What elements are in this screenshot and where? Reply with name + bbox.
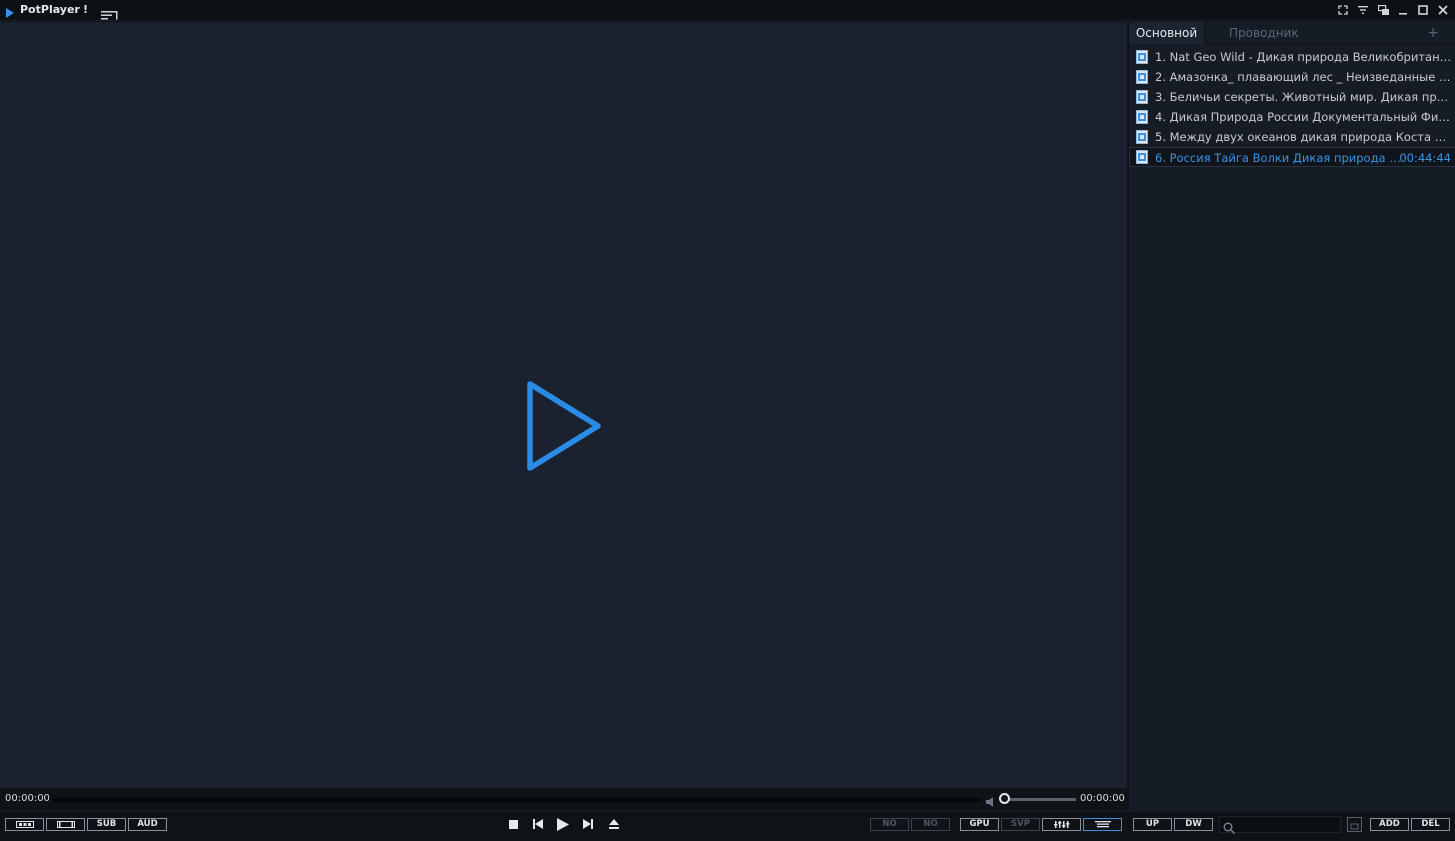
- playlist-panel: Основной Проводник + 1. Nat Geo Wild - Д…: [1128, 22, 1455, 810]
- playlist-item-title: 2. Амазонка_ плавающий лес _ Неизведанны…: [1155, 70, 1453, 84]
- svp-button[interactable]: SVP: [1001, 818, 1040, 831]
- minimize-icon[interactable]: [1396, 3, 1410, 17]
- video-file-icon: [1136, 150, 1148, 164]
- video-file-icon: [1136, 110, 1148, 124]
- alert-icon[interactable]: !: [83, 3, 88, 16]
- tab-explorer[interactable]: Проводник: [1229, 22, 1299, 44]
- close-icon[interactable]: [1436, 3, 1450, 17]
- tab-main[interactable]: Основной: [1129, 22, 1205, 44]
- playlist-item[interactable]: 4. Дикая Природа России Документальный Ф…: [1129, 107, 1455, 127]
- title-bar: PotPlayer !: [0, 0, 1455, 21]
- video-file-icon: [1136, 50, 1148, 64]
- playlist: 1. Nat Geo Wild - Дикая природа Великобр…: [1129, 47, 1455, 167]
- eject-icon[interactable]: [606, 817, 622, 831]
- no-button-2[interactable]: NO: [911, 818, 950, 831]
- playlist-tabs: Основной Проводник +: [1129, 22, 1455, 44]
- playlist-item[interactable]: 3. Беличьи секреты. Животный мир. Дикая …: [1129, 87, 1455, 107]
- playlist-item[interactable]: 5. Между двух океанов дикая природа Кост…: [1129, 127, 1455, 147]
- playlist-item-duration: 00:44:44: [1399, 151, 1451, 165]
- playlist-item-title: 4. Дикая Природа России Документальный Ф…: [1155, 110, 1453, 124]
- seek-bar[interactable]: [52, 798, 982, 802]
- delete-button[interactable]: DEL: [1411, 818, 1450, 831]
- subtitle-button[interactable]: SUB: [87, 818, 126, 831]
- playlist-item[interactable]: 2. Амазонка_ плавающий лес _ Неизведанны…: [1129, 67, 1455, 87]
- playlist-search-input[interactable]: [1219, 816, 1341, 834]
- no-button-1[interactable]: NO: [870, 818, 909, 831]
- playlist-item-title: 5. Между двух океанов дикая природа Кост…: [1155, 130, 1453, 144]
- gpu-button[interactable]: GPU: [960, 818, 999, 831]
- volume-slider[interactable]: [1004, 798, 1076, 801]
- video-file-icon: [1136, 130, 1148, 144]
- control-bar: SUB AUD NO NO GPU SVP UP DW ADD DEL: [0, 810, 1455, 841]
- add-button[interactable]: ADD: [1370, 818, 1409, 831]
- next-icon[interactable]: [580, 817, 596, 831]
- play-icon[interactable]: [555, 817, 571, 831]
- add-tab-button[interactable]: +: [1427, 22, 1439, 44]
- fullscreen-icon[interactable]: [1336, 3, 1350, 17]
- filter-icon[interactable]: [1356, 3, 1370, 17]
- potplayer-logo-icon[interactable]: [5, 4, 15, 23]
- playlist-item-title: 6. Россия Тайга Волки Дикая природа Росс…: [1155, 151, 1401, 165]
- playlist-item-title: 3. Беличьи секреты. Животный мир. Дикая …: [1155, 90, 1453, 104]
- previous-icon[interactable]: [530, 817, 546, 831]
- pip-icon[interactable]: [1376, 3, 1390, 17]
- seek-row: 00:00:00 00:00:00: [0, 789, 1127, 809]
- playlist-toggle-button[interactable]: [1083, 818, 1122, 831]
- elapsed-time: 00:00:00: [5, 793, 50, 804]
- playlist-item-title: 1. Nat Geo Wild - Дикая природа Великобр…: [1155, 50, 1453, 64]
- equalizer-button[interactable]: [1042, 818, 1081, 831]
- aspect-ratio-button[interactable]: [5, 818, 44, 831]
- move-down-button[interactable]: DW: [1174, 818, 1213, 831]
- big-play-icon[interactable]: [522, 376, 606, 480]
- video-file-icon: [1136, 70, 1148, 84]
- total-time: 00:00:00: [1080, 793, 1125, 804]
- audio-button[interactable]: AUD: [128, 818, 167, 831]
- search-icon: [1223, 819, 1235, 838]
- save-playlist-icon[interactable]: [1347, 817, 1362, 832]
- volume-knob[interactable]: [999, 793, 1010, 804]
- video-settings-button[interactable]: [46, 818, 85, 831]
- playlist-item[interactable]: 1. Nat Geo Wild - Дикая природа Великобр…: [1129, 47, 1455, 67]
- video-file-icon: [1136, 90, 1148, 104]
- playlist-item-current[interactable]: 6. Россия Тайга Волки Дикая природа Росс…: [1129, 147, 1455, 167]
- maximize-icon[interactable]: [1416, 3, 1430, 17]
- stop-icon[interactable]: [505, 817, 521, 831]
- move-up-button[interactable]: UP: [1133, 818, 1172, 831]
- video-area[interactable]: [0, 22, 1127, 788]
- app-name[interactable]: PotPlayer: [20, 3, 80, 16]
